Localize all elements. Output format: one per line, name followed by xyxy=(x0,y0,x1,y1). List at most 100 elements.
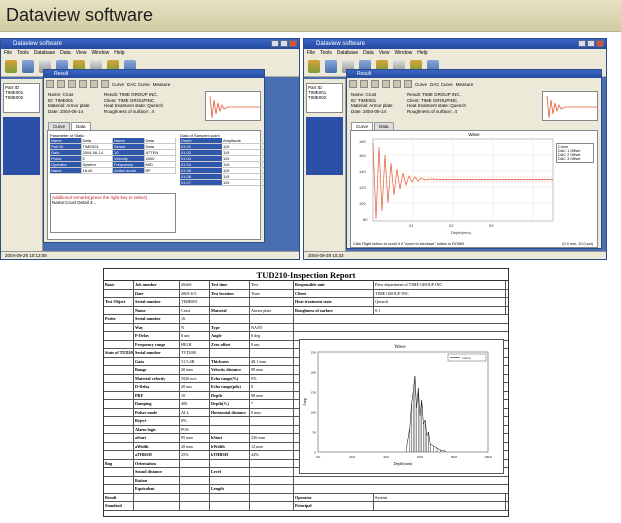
first-icon[interactable] xyxy=(46,80,54,88)
record-list[interactable] xyxy=(306,117,343,175)
sidebar: Part ID TIME001 TIME002 xyxy=(304,79,346,259)
menu-data[interactable]: Data xyxy=(60,49,71,57)
report-cell: Test time xyxy=(210,281,250,289)
report-cell: 20x06 xyxy=(180,281,210,289)
close-button[interactable] xyxy=(596,40,604,47)
result-dialog: Result Curve DAC Curve Measure Name: Cru… xyxy=(43,69,265,243)
app-window-data: Dataview software File Tools Database Da… xyxy=(0,38,300,260)
last-icon[interactable] xyxy=(382,80,390,88)
report-cell: 20 mm xyxy=(180,366,210,374)
first-icon[interactable] xyxy=(349,80,357,88)
tab-curve[interactable]: Curve xyxy=(351,122,374,130)
table-row[interactable]: Name 18.40 Active mode RF xyxy=(50,168,176,174)
report-cell: 0 mm xyxy=(250,408,294,416)
save-icon[interactable] xyxy=(22,60,34,73)
report-cell: TVD200 xyxy=(180,349,210,357)
menu-view[interactable]: View xyxy=(379,49,390,57)
next-icon[interactable] xyxy=(68,80,76,88)
print-icon[interactable] xyxy=(90,80,98,88)
menu-tools[interactable]: Tools xyxy=(17,49,29,57)
svg-text:Depth(mm): Depth(mm) xyxy=(451,230,472,235)
report-cell: Way xyxy=(134,323,180,331)
minimize-button[interactable] xyxy=(271,40,279,47)
report-row: Equivalent Length xyxy=(104,485,508,494)
menu-file[interactable]: File xyxy=(307,49,315,57)
print-icon[interactable] xyxy=(393,80,401,88)
part-list[interactable]: Part ID TIME001 TIME002 xyxy=(306,83,343,113)
delete-icon[interactable] xyxy=(101,80,109,88)
report-cell: Gain xyxy=(134,357,180,365)
svg-text:01: 01 xyxy=(409,223,414,228)
dac-curve-checkbox[interactable]: DAC Curve xyxy=(430,82,453,87)
report-cell: 0 deg xyxy=(250,332,294,340)
window-title-bar: Dataview software xyxy=(1,39,299,49)
remarks-box[interactable]: Additional remarks(press the right key t… xyxy=(50,193,176,233)
maximize-button[interactable] xyxy=(280,40,288,47)
report-row: Date 2003-6-5 Test location Time Client TIME … xyxy=(104,289,508,298)
report-cell: Length xyxy=(210,485,250,493)
report-cell xyxy=(104,485,134,493)
report-cell: 3920 m/s xyxy=(180,374,210,382)
save-icon[interactable] xyxy=(325,60,337,73)
menu-file[interactable]: File xyxy=(4,49,12,57)
app-window-curve: Dataview software File Tools Database Da… xyxy=(303,38,607,260)
report-cell: Ration xyxy=(134,476,180,484)
report-cell xyxy=(104,408,134,416)
report-cell: Material velocity xyxy=(134,374,180,382)
menu-tools[interactable]: Tools xyxy=(320,49,332,57)
y-tick-label: 250 xyxy=(311,351,317,355)
tab-data[interactable]: Data xyxy=(71,122,91,130)
report-cell xyxy=(250,315,294,323)
dialog-title: Result xyxy=(347,70,601,78)
measure-checkbox[interactable]: Measure xyxy=(456,82,474,87)
prev-icon[interactable] xyxy=(57,80,65,88)
report-cell: State of TUD200 xyxy=(105,349,134,357)
dac-curve-checkbox[interactable]: DAC Curve xyxy=(127,82,150,87)
report-cell: Crust xyxy=(180,306,210,314)
report-cell xyxy=(210,349,250,357)
menu-help[interactable]: Help xyxy=(417,49,427,57)
maximize-button[interactable] xyxy=(587,40,595,47)
minimize-button[interactable] xyxy=(578,40,586,47)
delete-icon[interactable] xyxy=(404,80,412,88)
menu-data[interactable]: Data xyxy=(363,49,374,57)
open-icon[interactable] xyxy=(5,60,17,73)
y-axis-label: Amp xyxy=(302,398,307,406)
tab-curve[interactable]: Curve xyxy=(48,122,71,130)
report-cell xyxy=(210,417,250,425)
x-tick-label: 40.0 xyxy=(383,455,389,459)
status-bar: 2004-09-28 10:33 xyxy=(304,251,606,259)
close-button[interactable] xyxy=(289,40,297,47)
menu-database[interactable]: Database xyxy=(337,49,358,57)
report-cell: bStart xyxy=(210,434,250,442)
last-icon[interactable] xyxy=(79,80,87,88)
info-block: Name: Crust ID: TIME001 Material: Armor pl… xyxy=(347,90,601,122)
report-cell xyxy=(250,298,294,306)
menu-window[interactable]: Window xyxy=(91,49,109,57)
menu-window[interactable]: Window xyxy=(394,49,412,57)
result-dialog: Result Curve DAC Curve Measure Name: Cru… xyxy=(346,69,602,249)
report-cell: aWidth xyxy=(134,442,180,450)
next-icon[interactable] xyxy=(371,80,379,88)
open-icon[interactable] xyxy=(308,60,320,73)
record-list[interactable] xyxy=(3,117,40,175)
curve-checkbox[interactable]: Curve xyxy=(112,82,124,87)
report-cell: Sound distance xyxy=(134,468,180,476)
menu-view[interactable]: View xyxy=(76,49,87,57)
prev-icon[interactable] xyxy=(360,80,368,88)
report-cell: Responsible unit xyxy=(294,281,374,289)
tab-data[interactable]: Data xyxy=(374,122,394,130)
report-cell xyxy=(104,306,134,314)
curve-checkbox[interactable]: Curve xyxy=(415,82,427,87)
report-cell xyxy=(104,374,134,382)
report-row: Basic Job number 20x06 Test time Test Respons… xyxy=(104,281,508,290)
report-cell: 20 um xyxy=(180,383,210,391)
menu-help[interactable]: Help xyxy=(114,49,124,57)
list-item[interactable]: 01.07 119 xyxy=(180,180,264,186)
svg-text:80: 80 xyxy=(363,217,368,222)
measure-checkbox[interactable]: Measure xyxy=(153,82,171,87)
menu-database[interactable]: Database xyxy=(34,49,55,57)
report-cell xyxy=(104,357,134,365)
report-cell: Material xyxy=(210,306,250,314)
part-list[interactable]: Part ID TIME001 TIME002 xyxy=(3,83,40,113)
